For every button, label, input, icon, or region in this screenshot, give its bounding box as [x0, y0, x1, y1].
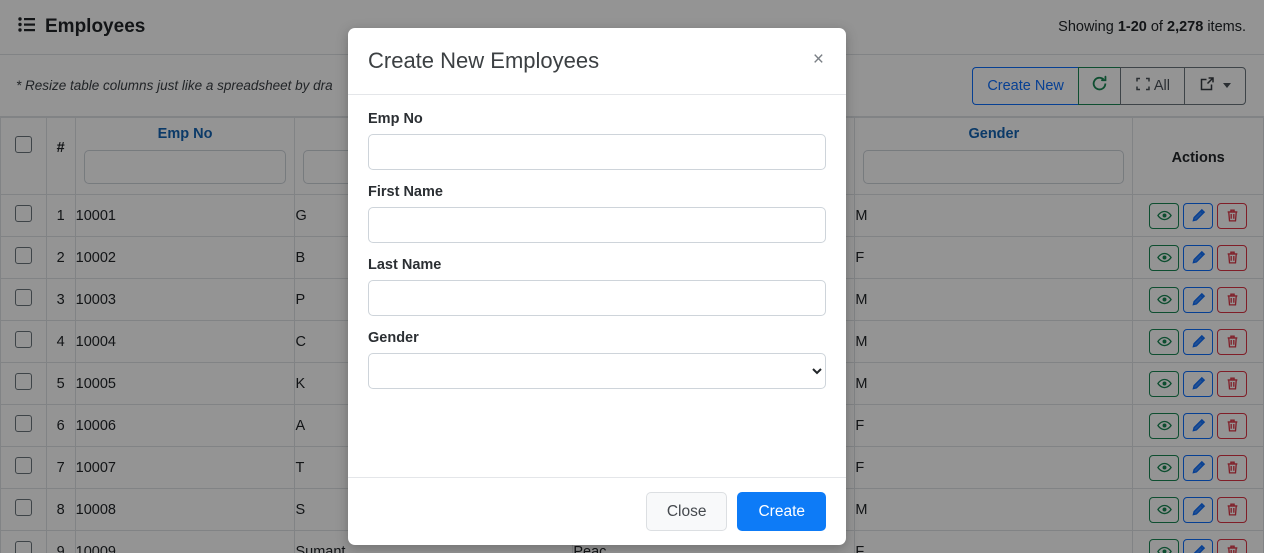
- form-group: Emp No: [368, 111, 826, 170]
- first-name-input[interactable]: [368, 207, 826, 243]
- form-group: Gender MF: [368, 330, 826, 389]
- label-first-name: First Name: [368, 184, 443, 200]
- modal-title: Create New Employees: [368, 48, 600, 73]
- form-group: First Name: [368, 184, 826, 243]
- label-emp-no: Emp No: [368, 111, 423, 127]
- emp-no-input[interactable]: [368, 134, 826, 170]
- label-last-name: Last Name: [368, 257, 442, 273]
- create-button[interactable]: Create: [737, 492, 826, 531]
- modal-body: Emp No First Name Last Name Gender MF: [348, 95, 846, 477]
- gender-select[interactable]: MF: [368, 353, 826, 389]
- modal-footer: Close Create: [348, 477, 846, 545]
- modal-header: Create New Employees ×: [348, 28, 846, 95]
- form-group: Last Name: [368, 257, 826, 316]
- close-button[interactable]: Close: [645, 492, 728, 531]
- create-employee-modal: Create New Employees × Emp No First Name L…: [348, 28, 846, 545]
- close-icon[interactable]: ×: [811, 46, 826, 73]
- last-name-input[interactable]: [368, 280, 826, 316]
- label-gender: Gender: [368, 330, 419, 346]
